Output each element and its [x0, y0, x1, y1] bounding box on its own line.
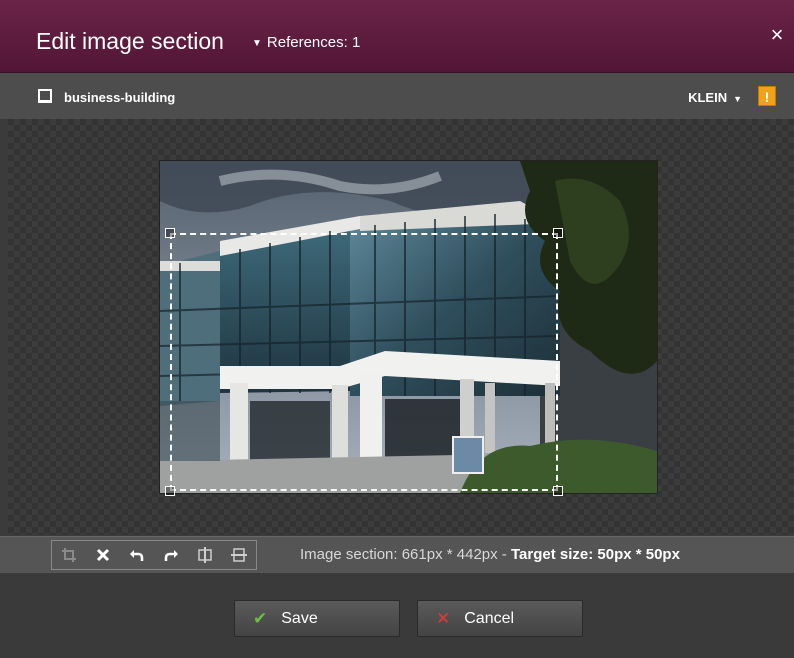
- cancel-button[interactable]: ✕ Cancel: [417, 600, 583, 637]
- crop-handle-bottom-left[interactable]: [165, 486, 175, 496]
- crop-toolbar: Image section: 661px * 442px - Target si…: [0, 536, 794, 574]
- cancel-button-label: Cancel: [464, 609, 515, 627]
- crop-handle-bottom-right[interactable]: [553, 486, 563, 496]
- crop-icon: [62, 548, 76, 562]
- close-icon: ×: [770, 22, 784, 47]
- crop-handle-top-left[interactable]: [165, 228, 175, 238]
- crop-tool-group: [51, 540, 257, 570]
- crop-selection[interactable]: [170, 233, 558, 491]
- crop-handle-top-right[interactable]: [553, 228, 563, 238]
- target-size-text: Target size: 50px * 50px: [510, 546, 680, 563]
- save-button-label: Save: [281, 609, 318, 627]
- cancel-icon: ✕: [436, 608, 451, 628]
- dialog-title: Edit image section: [36, 28, 224, 54]
- image-canvas: [8, 119, 794, 535]
- section-info: Image section: 661px * 442px - Target si…: [300, 546, 680, 563]
- fit-width-button[interactable]: [188, 541, 222, 569]
- clear-selection-button[interactable]: [86, 541, 120, 569]
- size-select-value: KLEIN: [688, 90, 728, 105]
- edit-image-section-dialog: Edit image section ▼ References: 1 × busi…: [0, 0, 794, 658]
- references-dropdown[interactable]: ▼ References: 1: [252, 34, 360, 51]
- references-label: References: 1: [266, 34, 361, 51]
- warning-icon[interactable]: !: [758, 86, 776, 106]
- redo-icon: [164, 550, 178, 561]
- close-button[interactable]: ×: [766, 22, 788, 48]
- checkmark-icon: ✔: [253, 608, 268, 628]
- image-info-bar: business-building KLEIN ▼ !: [0, 73, 794, 119]
- clear-icon: [96, 548, 110, 562]
- save-button[interactable]: ✔ Save: [234, 600, 400, 637]
- chevron-down-icon: ▼: [252, 38, 262, 49]
- redo-button[interactable]: [154, 541, 188, 569]
- image-file-icon: [38, 89, 52, 103]
- section-size-text: Image section: 661px * 442px -: [300, 546, 511, 563]
- fit-width-icon: [198, 547, 212, 563]
- chevron-down-icon: ▼: [733, 94, 742, 104]
- fit-height-button[interactable]: [222, 541, 256, 569]
- dialog-titlebar: Edit image section ▼ References: 1 ×: [0, 0, 794, 73]
- image-filename: business-building: [64, 90, 176, 105]
- undo-button[interactable]: [120, 541, 154, 569]
- crop-tool-button[interactable]: [52, 541, 86, 569]
- undo-icon: [130, 550, 144, 561]
- dialog-footer: ✔ Save ✕ Cancel: [0, 573, 794, 658]
- fit-height-icon: [231, 548, 247, 562]
- size-select[interactable]: KLEIN ▼: [688, 90, 742, 105]
